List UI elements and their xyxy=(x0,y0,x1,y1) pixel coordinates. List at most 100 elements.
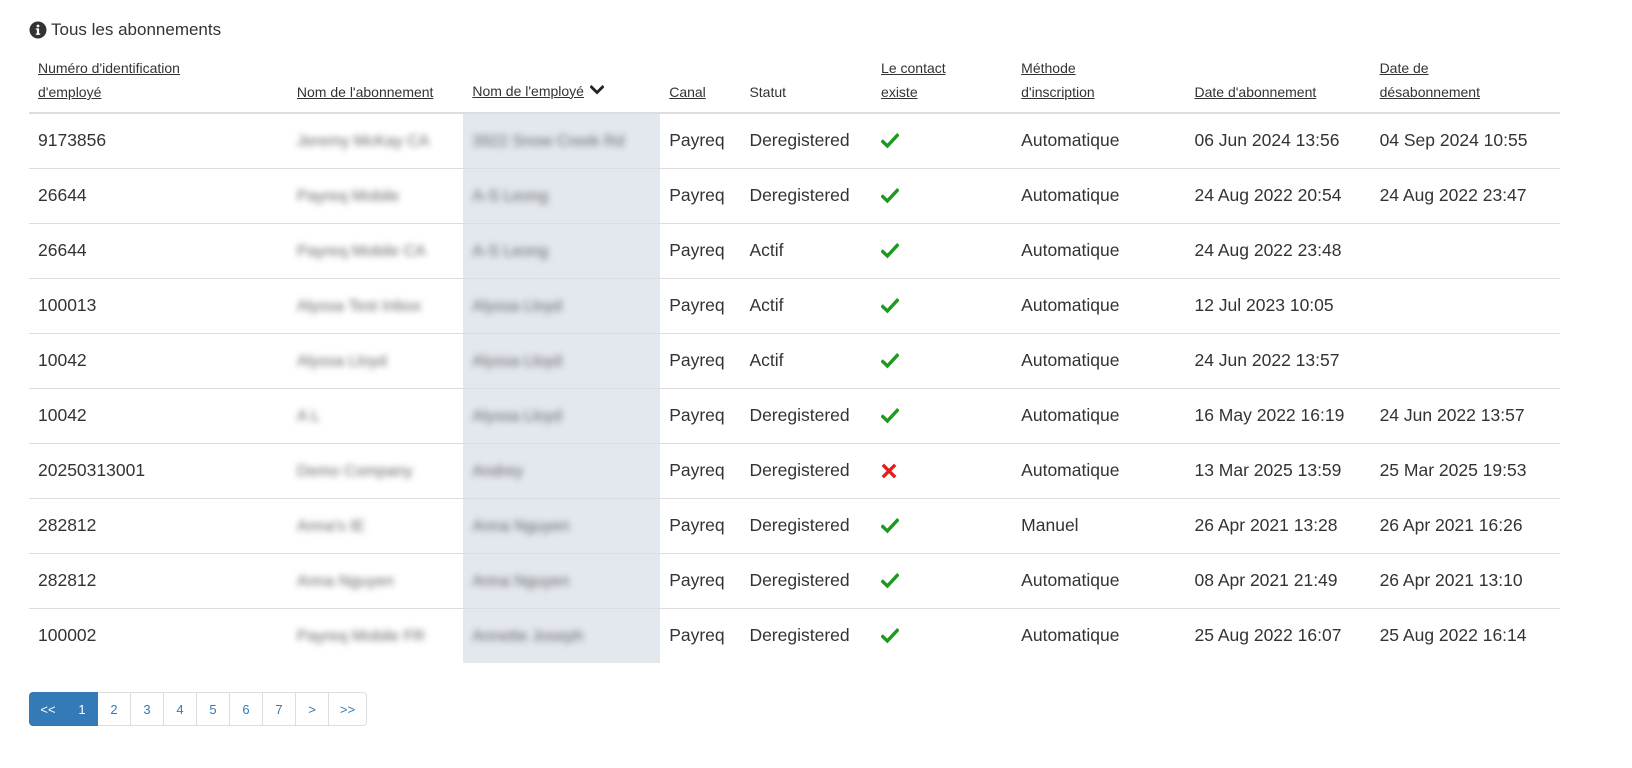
cell-employee-name-text: 3922 Snow Creek Rd xyxy=(472,133,625,150)
cell-subscription-date: 24 Aug 2022 20:54 xyxy=(1185,168,1371,224)
header-employee-id-line2[interactable]: d'employé xyxy=(38,84,101,100)
cell-channel: Payreq xyxy=(660,498,741,554)
header-subscription-name[interactable]: Nom de l'abonnement xyxy=(287,56,464,114)
cell-subscription-date-text: 16 May 2022 16:19 xyxy=(1194,405,1345,425)
pagination-page-7[interactable]: 7 xyxy=(263,692,296,726)
header-unsubscription-date-line2[interactable]: désabonnement xyxy=(1380,84,1480,100)
header-contact-exists-line1[interactable]: Le contact xyxy=(881,60,946,76)
cell-contact-exists xyxy=(872,113,1012,169)
cell-status: Deregistered xyxy=(740,498,873,554)
cell-subscription-name: Jeremy McKay CA xyxy=(288,113,463,169)
cell-channel: Payreq xyxy=(660,388,741,444)
header-channel[interactable]: Canal xyxy=(660,56,741,114)
cell-subscription-date: 16 May 2022 16:19 xyxy=(1185,388,1371,444)
cell-contact-exists xyxy=(872,608,1013,663)
cell-subscription-name: A L xyxy=(287,388,464,444)
cell-employee-id-text: 282812 xyxy=(38,515,97,535)
cell-contact-exists xyxy=(872,223,1013,279)
cell-employee-name: Anna Nguyen xyxy=(463,498,661,554)
header-signup-method-line2[interactable]: d'inscription xyxy=(1021,84,1095,100)
cell-employee-id: 282812 xyxy=(29,553,288,609)
pagination-page-2[interactable]: 2 xyxy=(98,692,131,726)
cell-subscription-name-text: Alyssa Test Inbox xyxy=(296,298,422,315)
cell-subscription-date-text: 25 Aug 2022 16:07 xyxy=(1194,625,1342,645)
header-unsubscription-date-line1[interactable]: Date de xyxy=(1380,60,1429,76)
cell-subscription-date-text: 24 Aug 2022 23:48 xyxy=(1194,240,1342,260)
pagination-page-6[interactable]: 6 xyxy=(230,692,263,726)
cell-employee-name-text: Andrey xyxy=(472,463,524,480)
cell-status: Deregistered xyxy=(740,553,873,609)
cell-channel: Payreq xyxy=(660,278,741,334)
pagination-first-button[interactable]: << xyxy=(29,692,67,726)
pagination-last-button[interactable]: >> xyxy=(329,692,367,726)
cell-employee-name: Andrey xyxy=(463,443,661,499)
check-icon xyxy=(880,570,900,597)
cell-subscription-name-text: Jeremy McKay CA xyxy=(296,133,430,150)
chevron-down-icon[interactable] xyxy=(589,78,605,102)
pagination-page-4[interactable]: 4 xyxy=(164,692,197,726)
header-contact-exists-line2[interactable]: existe xyxy=(881,84,918,100)
cell-unsubscription-date xyxy=(1370,278,1560,334)
check-icon xyxy=(880,185,900,212)
cell-channel: Payreq xyxy=(660,168,741,224)
header-employee-name-label[interactable]: Nom de l'employé xyxy=(472,83,584,99)
cell-status: Actif xyxy=(740,333,873,389)
header-subscription-date-label[interactable]: Date d'abonnement xyxy=(1194,84,1316,100)
header-contact-exists[interactable]: Le contact existe xyxy=(872,56,1013,114)
header-channel-label[interactable]: Canal xyxy=(669,84,706,100)
cell-employee-name: A-S Leong xyxy=(463,223,661,279)
cell-employee-id: 100002 xyxy=(29,608,288,663)
check-icon xyxy=(880,350,900,377)
cell-employee-name: Alyssa Lloyd xyxy=(463,333,661,389)
cell-channel: Payreq xyxy=(660,608,741,663)
cell-employee-id: 10042 xyxy=(29,333,288,389)
cell-status: Deregistered xyxy=(740,388,873,444)
cell-signup-method: Automatique xyxy=(1012,443,1186,499)
pagination-page-1[interactable]: 1 xyxy=(67,692,98,726)
header-signup-method-line1[interactable]: Méthode xyxy=(1021,60,1075,76)
cell-channel-text: Payreq xyxy=(669,295,725,315)
pagination-next-button[interactable]: > xyxy=(296,692,329,726)
header-employee-id[interactable]: Numéro d'identification d'employé xyxy=(29,56,288,114)
cell-signup-method: Automatique xyxy=(1012,388,1186,444)
cell-signup-method: Automatique xyxy=(1012,608,1186,663)
check-icon xyxy=(880,515,900,542)
cell-status: Actif xyxy=(740,278,873,334)
cell-subscription-date-text: 24 Aug 2022 20:54 xyxy=(1194,185,1342,205)
cell-employee-name: Anna Nguyen xyxy=(463,553,661,609)
cell-channel-text: Payreq xyxy=(669,240,725,260)
cell-unsubscription-date-text: 25 Aug 2022 16:14 xyxy=(1379,625,1527,645)
pagination-page-3[interactable]: 3 xyxy=(131,692,164,726)
cell-employee-id-text: 26644 xyxy=(38,240,87,260)
cell-subscription-date-text: 26 Apr 2021 13:28 xyxy=(1194,515,1338,535)
header-subscription-date[interactable]: Date d'abonnement xyxy=(1185,56,1371,114)
cross-icon xyxy=(881,460,897,487)
header-employee-name[interactable]: Nom de l'employé xyxy=(463,56,661,114)
cell-channel-text: Payreq xyxy=(669,625,725,645)
cell-employee-id-text: 26644 xyxy=(38,185,87,205)
cell-channel: Payreq xyxy=(660,443,741,499)
cell-signup-method-text: Automatique xyxy=(1021,185,1120,205)
cell-employee-name: A-S Leong xyxy=(463,168,661,224)
cell-subscription-date: 06 Jun 2024 13:56 xyxy=(1185,113,1370,169)
header-signup-method[interactable]: Méthode d'inscription xyxy=(1012,56,1186,114)
cell-signup-method-text: Automatique xyxy=(1021,460,1120,480)
cell-unsubscription-date-text: 25 Mar 2025 19:53 xyxy=(1379,460,1527,480)
header-subscription-name-label[interactable]: Nom de l'abonnement xyxy=(297,84,434,100)
cell-employee-id-text: 282812 xyxy=(38,570,97,590)
table-row: 26644 Payreq Mobile A-S Leong Payreq Deregis… xyxy=(29,168,1560,224)
pagination-page-5[interactable]: 5 xyxy=(197,692,230,726)
cell-employee-name-text: Alyssa Lloyd xyxy=(472,298,563,315)
cell-status-text: Actif xyxy=(749,240,784,260)
cell-status-text: Deregistered xyxy=(749,185,850,205)
cell-contact-exists xyxy=(872,498,1013,554)
header-unsubscription-date[interactable]: Date de désabonnement xyxy=(1370,56,1560,114)
header-status: Statut xyxy=(740,56,873,114)
cell-channel-text: Payreq xyxy=(669,515,725,535)
cell-subscription-name: Anna Nguyen xyxy=(287,553,464,609)
check-icon xyxy=(880,130,900,157)
cell-unsubscription-date: 24 Aug 2022 23:47 xyxy=(1370,168,1560,224)
header-employee-id-line1[interactable]: Numéro d'identification xyxy=(38,60,180,76)
cell-subscription-name-text: Demo Company xyxy=(296,463,413,480)
cell-employee-name-text: Alyssa Lloyd xyxy=(472,353,563,370)
